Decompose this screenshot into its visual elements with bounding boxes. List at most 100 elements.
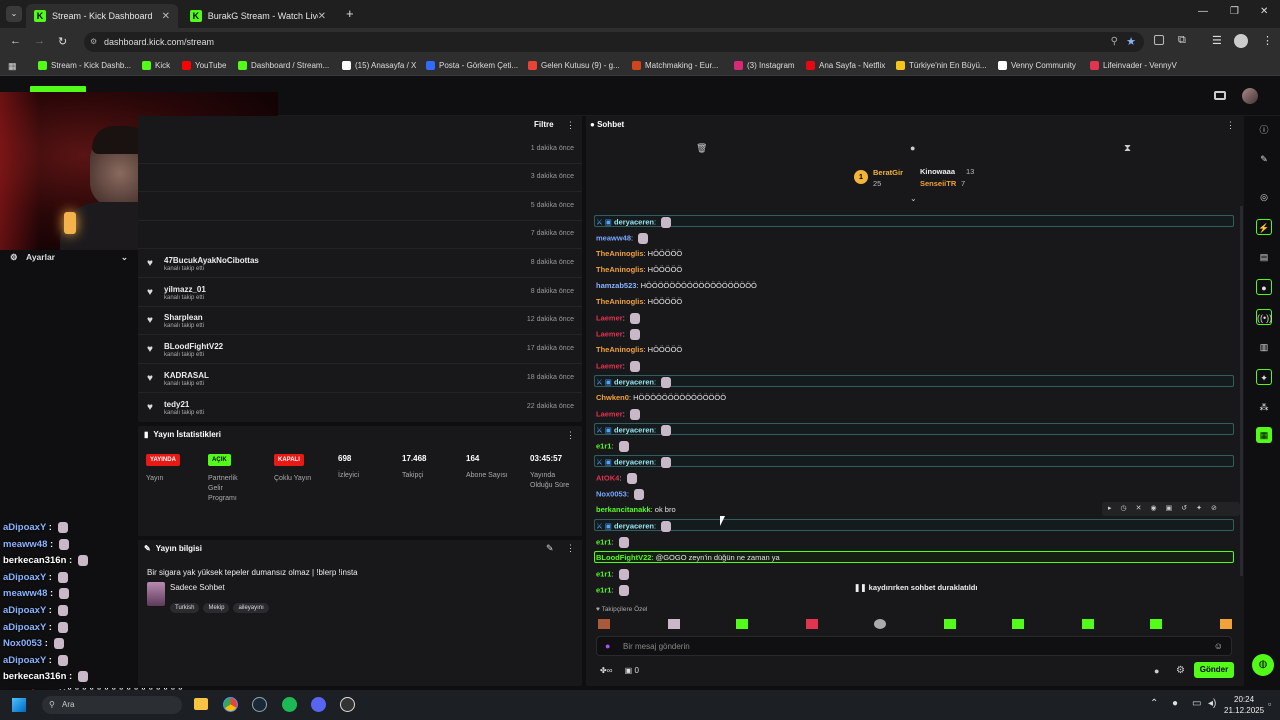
info-icon[interactable]: ⓘ xyxy=(1256,122,1272,138)
chat-username[interactable]: deryaceren xyxy=(614,521,654,530)
chat-username[interactable]: e1r1 xyxy=(596,569,611,578)
bookmark-item[interactable]: YouTube xyxy=(182,61,226,70)
chat-message[interactable]: ⚔ ▣ deryaceren: xyxy=(596,521,672,532)
close-tab-icon[interactable]: ✕ xyxy=(162,11,170,22)
mic-tray-icon[interactable]: ● xyxy=(1172,698,1178,709)
chat-message[interactable]: TheAninoglis: HÖÖÖÖÖ xyxy=(596,345,682,354)
chat-message[interactable]: e1r1: xyxy=(596,537,629,548)
tab-burakg-stream[interactable]: K BurakG Stream - Watch Live on ✕ xyxy=(182,4,334,28)
emote[interactable] xyxy=(1150,619,1162,629)
expand-leaderboard-icon[interactable]: ⌄ xyxy=(910,194,917,203)
browser-menu-icon[interactable]: ⋮ xyxy=(1262,34,1273,47)
emote[interactable] xyxy=(736,619,748,629)
clock-time[interactable]: 20:24 xyxy=(1234,695,1254,704)
emote[interactable] xyxy=(944,619,956,629)
chat-username[interactable]: Chwken0 xyxy=(596,393,629,402)
reading-list-icon[interactable]: ☰ xyxy=(1212,34,1222,47)
chat-message[interactable]: e1r1: xyxy=(596,569,629,580)
chat-username[interactable]: TheAninoglis xyxy=(596,249,644,258)
lightning-icon[interactable]: ⚡ xyxy=(1256,219,1272,235)
discord-icon[interactable] xyxy=(311,697,326,712)
chat-username[interactable]: e1r1 xyxy=(596,585,611,594)
bookmark-item[interactable]: (3) Instagram xyxy=(734,61,795,70)
close-tab-icon[interactable]: ✕ xyxy=(318,11,326,22)
chat-message[interactable]: TheAninoglis: HÖÖÖÖÖ xyxy=(596,297,682,306)
address-bar[interactable]: ⚙ dashboard.kick.com/stream ⚲ ★ xyxy=(84,32,1144,52)
bookmark-item[interactable]: Türkiye'nin En Büyü... xyxy=(896,61,987,70)
chat-settings-icon[interactable]: ⚙ xyxy=(1176,665,1185,676)
bookmark-item[interactable]: Dashboard / Stream... xyxy=(238,61,329,70)
tag[interactable]: aileyayını xyxy=(233,603,269,613)
taskbar-search[interactable]: ⚲ Ara xyxy=(42,696,182,714)
chat-bubble-icon[interactable]: ● xyxy=(1154,666,1159,676)
chat-username[interactable]: TheAninoglis xyxy=(596,265,644,274)
tab-kick-dashboard[interactable]: K Stream - Kick Dashboard ✕ xyxy=(26,4,178,28)
chat-message[interactable]: ⚔ ▣ deryaceren: xyxy=(596,425,672,436)
user-avatar[interactable] xyxy=(1242,88,1258,104)
chat-username[interactable]: deryaceren xyxy=(614,377,654,386)
chat-username[interactable]: BLoodFightV22 xyxy=(596,553,651,562)
edit-icon[interactable]: ✎ xyxy=(546,543,554,554)
bookmark-item[interactable]: Posta - Görkem Çeti... xyxy=(426,61,518,70)
chat-username[interactable]: TheAninoglis xyxy=(596,297,644,306)
trash-icon[interactable]: 🗑 xyxy=(696,143,707,154)
emote[interactable] xyxy=(668,619,680,629)
forward-icon[interactable]: → xyxy=(34,35,45,47)
spotify-icon[interactable] xyxy=(282,697,297,712)
chrome-icon[interactable] xyxy=(223,697,238,712)
bookmark-item[interactable]: Gelen Kutusu (9) - g... xyxy=(528,61,620,70)
broadcast-icon[interactable]: ((•)) xyxy=(1256,309,1272,325)
chat-message[interactable]: TheAninoglis: HÖÖÖÖÖ xyxy=(596,249,682,258)
more-options-icon[interactable]: ⋮ xyxy=(566,120,575,131)
minimize-icon[interactable]: — xyxy=(1198,6,1208,17)
wrench-icon[interactable]: ✦ xyxy=(1256,369,1272,385)
chat-username[interactable]: e1r1 xyxy=(596,441,611,450)
file-explorer-icon[interactable] xyxy=(194,698,208,710)
channel-points[interactable]: ✤∞ ▣ 0 xyxy=(600,666,639,675)
chat-username[interactable]: deryaceren xyxy=(614,425,654,434)
chat-username[interactable]: hamzab523 xyxy=(596,281,636,290)
emote[interactable] xyxy=(806,619,818,629)
emote[interactable] xyxy=(598,619,610,629)
chat-username[interactable]: deryaceren xyxy=(614,217,654,226)
send-button[interactable]: Gönder xyxy=(1194,662,1234,678)
chat-message[interactable]: e1r1: xyxy=(596,585,629,596)
chat-message[interactable]: meaww48: xyxy=(596,233,649,244)
chat-message[interactable]: ⚔ ▣ deryaceren: xyxy=(596,377,672,388)
extensions-puzzle-icon[interactable]: ⧉ xyxy=(1178,34,1186,47)
network-icon[interactable]: ▭ xyxy=(1192,698,1201,709)
camera-icon[interactable]: ◎ xyxy=(1256,189,1272,205)
settings-nav-item[interactable]: ⚙ Ayarlar ⌄ xyxy=(10,252,128,266)
layers-icon[interactable]: ▥ xyxy=(1256,339,1272,355)
chat-username[interactable]: AtOK4 xyxy=(596,473,619,482)
emoji-icon[interactable]: ☺ xyxy=(1214,641,1223,651)
bookmark-item[interactable]: Stream - Kick Dashb... xyxy=(38,61,131,70)
chat-username[interactable]: meaww48 xyxy=(596,233,631,242)
start-button[interactable] xyxy=(12,698,26,712)
chat-message[interactable]: e1r1: xyxy=(596,441,629,452)
chat-message[interactable]: berkancitanakk: ok bro xyxy=(596,505,676,514)
chat-message[interactable]: Laemer: xyxy=(596,361,640,372)
bookmark-item[interactable]: Venny Community xyxy=(998,61,1076,70)
new-tab-button[interactable]: + xyxy=(346,6,354,21)
chat-message[interactable]: Chwken0: HÖÖÖÖÖÖÖÖÖÖÖÖÖÖÖ xyxy=(596,393,726,402)
chat-username[interactable]: Laemer xyxy=(596,409,623,418)
clock-date[interactable]: 21.12.2025 xyxy=(1224,706,1264,715)
emote[interactable] xyxy=(1082,619,1094,629)
profile-avatar[interactable] xyxy=(1234,34,1248,48)
chat-scrollbar[interactable] xyxy=(1240,206,1243,576)
chat-message[interactable]: Laemer: xyxy=(596,409,640,420)
emote[interactable] xyxy=(1220,619,1232,629)
chat-username[interactable]: Laemer xyxy=(596,329,623,338)
bookmark-item[interactable]: Kick xyxy=(142,61,170,70)
bookmark-item[interactable]: Matchmaking - Eur... xyxy=(632,61,718,70)
chat-icon[interactable]: ● xyxy=(1256,279,1272,295)
pen-icon[interactable]: ✎ xyxy=(1256,151,1272,167)
notification-icon[interactable]: ▫ xyxy=(1268,699,1271,709)
zoom-icon[interactable]: ⚲ xyxy=(1111,32,1118,52)
chat-message[interactable]: hamzab523: HÖÖÖÖÖÖÖÖÖÖÖÖÖÖÖÖÖÖÖ xyxy=(596,281,757,290)
extension-icon[interactable] xyxy=(1154,35,1164,45)
volume-icon[interactable]: ◂) xyxy=(1208,698,1216,709)
chat-username[interactable]: TheAninoglis xyxy=(596,345,644,354)
note-icon[interactable]: ▤ xyxy=(1256,249,1272,265)
